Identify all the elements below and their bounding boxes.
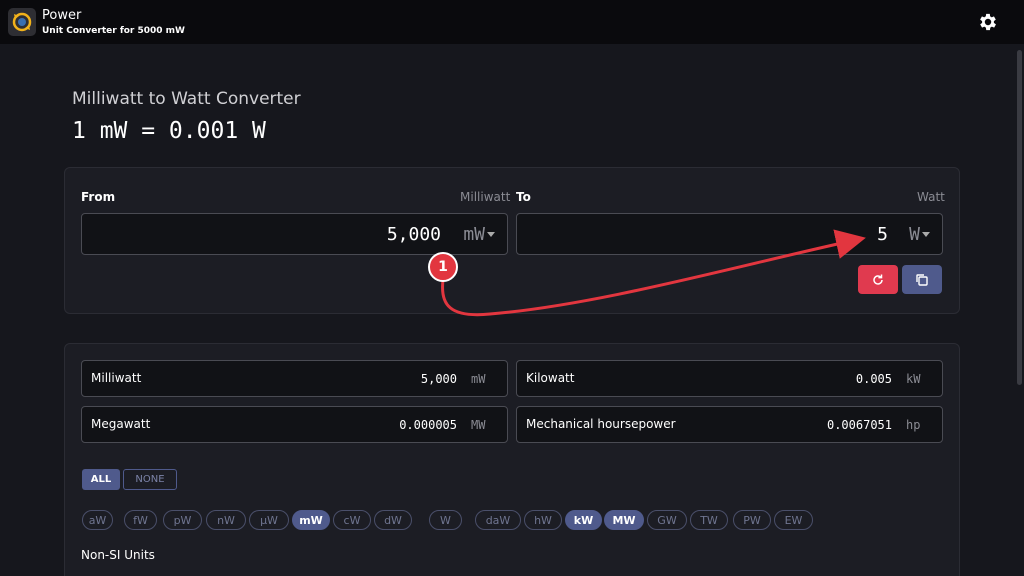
to-value[interactable]: 5 [877,224,888,245]
from-value[interactable]: 5,000 [387,224,441,245]
page-title: Milliwatt to Watt Converter [72,89,301,109]
unit-chip[interactable]: kW [565,510,602,530]
to-value-output[interactable]: 5 W [516,213,943,255]
gear-icon[interactable] [977,11,999,33]
to-label: To [516,190,531,204]
result-name: Mechanical hoursepower [526,417,676,431]
unit-chip[interactable]: fW [124,510,157,530]
unit-chip[interactable]: EW [774,510,813,530]
select-none-button[interactable]: NONE [123,469,177,490]
unit-chip[interactable]: pW [163,510,202,530]
result-unit: MW [471,418,486,432]
from-unit-name: Milliwatt [460,190,511,204]
unit-chip[interactable]: nW [206,510,246,530]
annotation-badge: 1 [428,252,458,282]
conversion-equation: 1 mW = 0.001 W [72,118,266,144]
result-value: 0.005 [855,372,892,386]
from-label: From [81,190,116,204]
result-unit: kW [906,372,921,386]
result-value: 0.0067051 [826,418,892,432]
to-unit-name: Watt [917,190,945,204]
select-all-button[interactable]: ALL [82,469,120,490]
result-name: Milliwatt [91,371,142,385]
copy-icon [916,273,928,286]
result-value: 0.000005 [399,418,457,432]
result-row[interactable]: Megawatt 0.000005 MW [81,406,508,443]
converter-logo-icon [8,8,36,36]
unit-chip[interactable]: dW [374,510,412,530]
unit-chip[interactable]: mW [292,510,330,530]
unit-chip[interactable]: cW [333,510,371,530]
page-scrollbar[interactable] [1017,50,1022,385]
refresh-icon [873,274,883,285]
unit-chip[interactable]: µW [249,510,289,530]
non-si-section-title: Non-SI Units [81,548,155,562]
unit-chip[interactable]: TW [690,510,728,530]
to-unit-select[interactable]: W [909,224,920,245]
unit-chip[interactable]: aW [82,510,113,530]
app-title: Power [42,8,82,23]
top-bar: Power Unit Converter for 5000 mW [0,0,1024,44]
from-unit-select[interactable]: mW [463,224,485,245]
result-row[interactable]: Milliwatt 5,000 mW [81,360,508,397]
chevron-down-icon[interactable] [922,232,930,237]
result-row[interactable]: Kilowatt 0.005 kW [516,360,943,397]
result-unit: mW [471,372,486,386]
unit-chip[interactable]: W [429,510,462,530]
result-unit: hp [906,418,921,432]
from-value-input[interactable]: 5,000 mW [81,213,508,255]
chevron-down-icon[interactable] [487,232,495,237]
result-name: Kilowatt [526,371,575,385]
result-row[interactable]: Mechanical hoursepower 0.0067051 hp [516,406,943,443]
unit-chip[interactable]: PW [733,510,771,530]
copy-button[interactable] [902,265,942,294]
result-value: 5,000 [420,372,457,386]
app-subtitle: Unit Converter for 5000 mW [42,26,185,36]
unit-chip[interactable]: hW [524,510,562,530]
reset-button[interactable] [858,265,898,294]
unit-chip[interactable]: daW [475,510,521,530]
unit-chip[interactable]: GW [647,510,687,530]
unit-chip[interactable]: MW [604,510,644,530]
result-name: Megawatt [91,417,151,431]
